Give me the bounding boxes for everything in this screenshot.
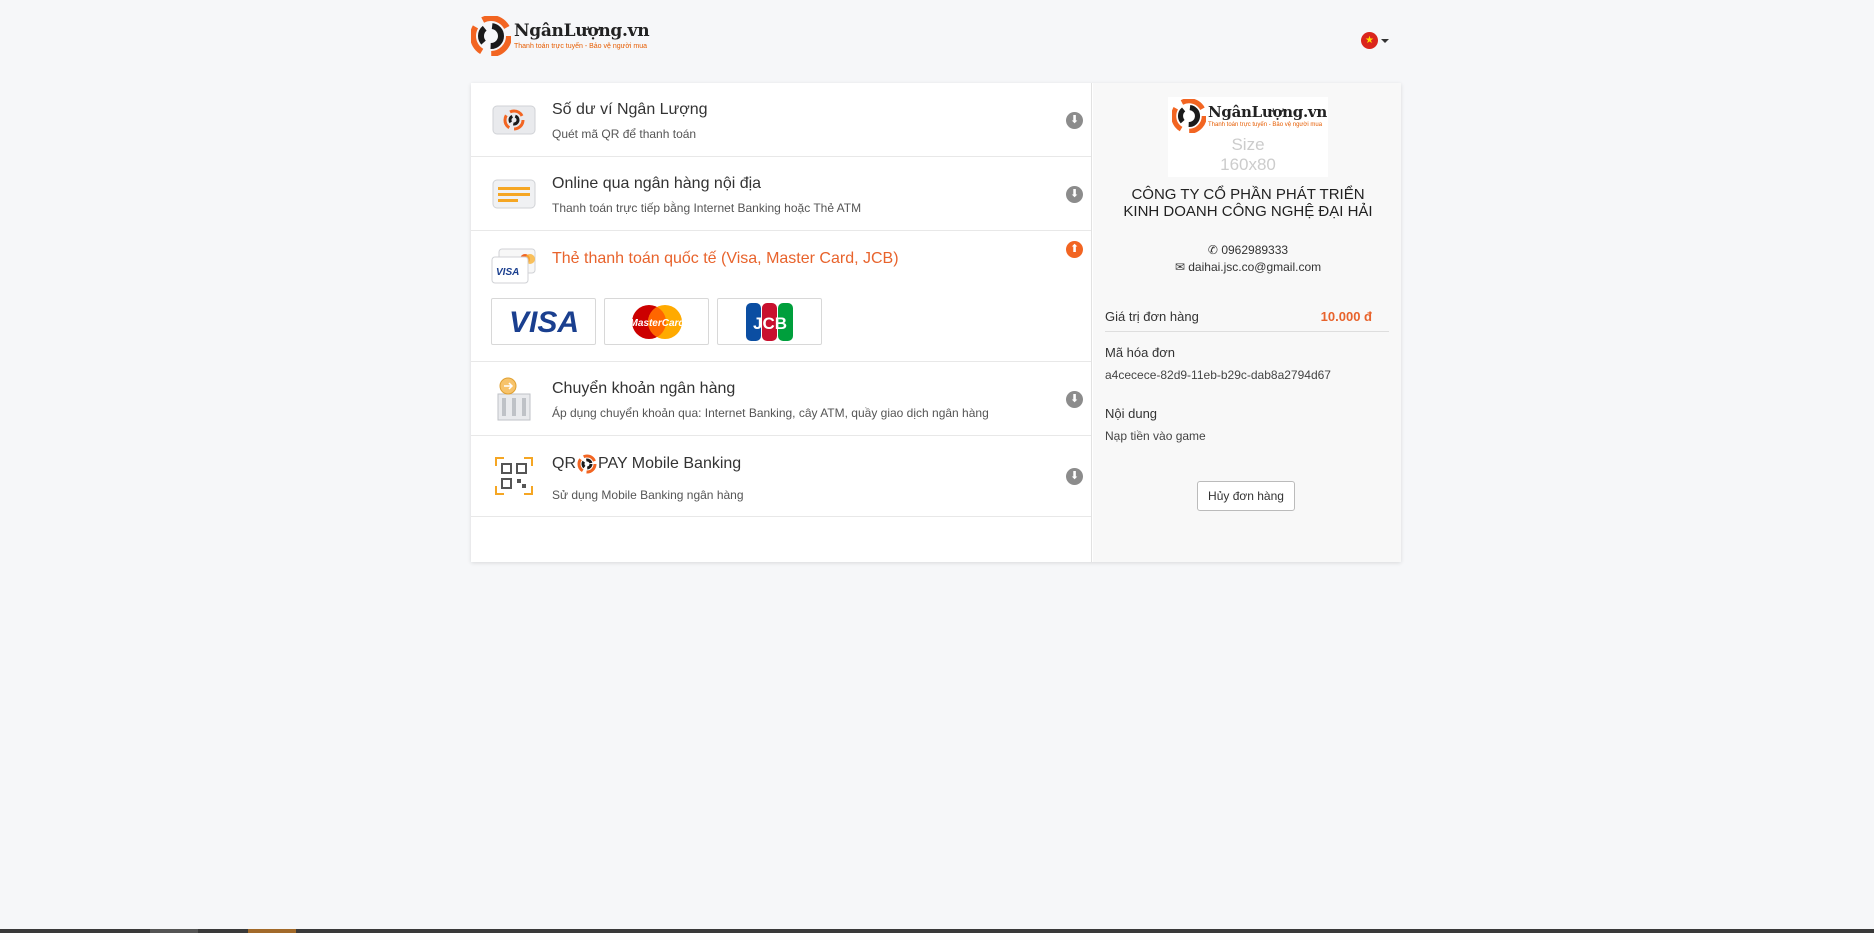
language-selector[interactable]: ★ [1361,32,1389,49]
divider [1105,331,1389,332]
method-subtitle: Thanh toán trực tiếp bằng Internet Banki… [552,201,862,215]
mastercard-option[interactable]: MasterCard [604,298,709,345]
method-subtitle: Quét mã QR để thanh toán [552,127,697,141]
method-subtitle: Sử dụng Mobile Banking ngân hàng [552,488,744,502]
merchant-logo-slogan: Thanh toán trực tuyến - Bảo vệ người mua [1208,121,1323,128]
atm-card-icon [491,171,537,217]
method-qrpay[interactable]: QR PAY Mobile Banking Sử dụng Mobile Ban… [471,436,1091,517]
order-amount-value: 10.000 đ [1320,309,1372,324]
invoice-value: a4cecece-82d9-11eb-b29c-dab8a2794d67 [1105,368,1331,382]
merchant-logo-name: NgânLượng.vn [1208,102,1327,121]
card-brands: VISA MasterCard JCB [491,298,830,345]
arrow-circle-up-icon[interactable]: ⬆ [1066,241,1083,258]
bottom-bar [0,929,1874,933]
cancel-order-button[interactable]: Hủy đơn hàng [1197,481,1295,511]
method-international-card[interactable]: VISA Thẻ thanh toán quốc tế (Visa, Maste… [471,231,1091,362]
invoice-label: Mã hóa đơn [1105,345,1175,360]
payment-card: Số dư ví Ngân Lượng Quét mã QR để thanh … [471,83,1401,562]
content-label: Nội dung [1105,406,1158,421]
qr-title-suffix: PAY Mobile Banking [598,455,742,472]
jcb-logo-icon: JCB [745,302,793,341]
phone-number: 0962989333 [1221,243,1289,257]
vietnam-flag-icon: ★ [1361,32,1378,49]
arrow-circle-down-icon[interactable]: ⬇ [1066,468,1083,485]
merchant-email: ✉ daihai.jsc.co@gmail.com [1113,260,1383,274]
jcb-card-option[interactable]: JCB [717,298,822,345]
mastercard-logo-icon: MasterCard [629,304,685,339]
email-address: daihai.jsc.co@gmail.com [1188,260,1322,274]
method-title: Số dư ví Ngân Lượng [552,101,708,118]
visa-card-option[interactable]: VISA [491,298,596,345]
wallet-icon [491,97,537,143]
logo-name: NgânLượng.vn [514,20,650,41]
envelope-icon: ✉ [1174,260,1185,274]
svg-text:VISA: VISA [496,267,519,278]
payment-methods: Số dư ví Ngân Lượng Quét mã QR để thanh … [471,83,1092,562]
method-title: Online qua ngân hàng nội địa [552,175,762,192]
svg-text:MasterCard: MasterCard [629,318,685,329]
method-wallet[interactable]: Số dư ví Ngân Lượng Quét mã QR để thanh … [471,83,1091,157]
arrow-circle-down-icon[interactable]: ⬇ [1066,186,1083,203]
method-title: Thẻ thanh toán quốc tế (Visa, Master Car… [552,250,899,267]
nganluong-swirl-icon [1172,99,1206,133]
svg-text:VISA: VISA [508,306,578,339]
chevron-down-icon [1381,38,1389,43]
logo-size-dimensions: 160x80 [1220,155,1276,174]
method-domestic-bank[interactable]: Online qua ngân hàng nội địa Thanh toán … [471,157,1091,231]
visa-card-icon: VISA [491,243,537,289]
nganluong-swirl-icon [471,16,511,56]
arrow-circle-down-icon[interactable]: ⬇ [1066,112,1083,129]
method-bank-transfer[interactable]: Chuyển khoản ngân hàng Áp dụng chuyển kh… [471,362,1091,436]
qr-title-prefix: QR [552,455,576,472]
merchant-phone: ✆ 0962989333 [1113,243,1383,257]
logo-size-label: Size [1231,135,1265,154]
arrow-circle-down-icon[interactable]: ⬇ [1066,391,1083,408]
svg-text:JCB: JCB [752,314,786,333]
method-subtitle: Áp dụng chuyển khoản qua: Internet Banki… [552,406,989,420]
qr-code-icon [491,453,537,499]
merchant-logo: NgânLượng.vn Thanh toán trực tuyến - Bảo… [1168,97,1328,177]
visa-logo-icon: VISA [508,306,578,339]
bottom-bar-segment [248,929,296,933]
company-name: CÔNG TY CỔ PHẦN PHÁT TRIỂN KINH DOANH CÔ… [1123,186,1373,220]
bank-transfer-icon [491,376,537,422]
header: NgânLượng.vn Thanh toán trực tuyến - Bảo… [471,16,1401,62]
method-title: Chuyển khoản ngân hàng [552,380,736,397]
nganluong-logo[interactable]: NgânLượng.vn Thanh toán trực tuyến - Bảo… [471,16,650,56]
order-amount-label: Giá trị đơn hàng [1105,309,1199,324]
nganluong-swirl-icon [577,454,597,474]
method-title: QR PAY Mobile Banking [552,454,741,474]
bottom-bar-segment [150,929,198,933]
phone-icon: ✆ [1207,243,1218,257]
merchant-panel: NgânLượng.vn Thanh toán trực tuyến - Bảo… [1093,83,1401,562]
logo-slogan: Thanh toán trực tuyến - Bảo vệ người mua [514,42,648,50]
content-value: Nạp tiền vào game [1105,429,1206,443]
